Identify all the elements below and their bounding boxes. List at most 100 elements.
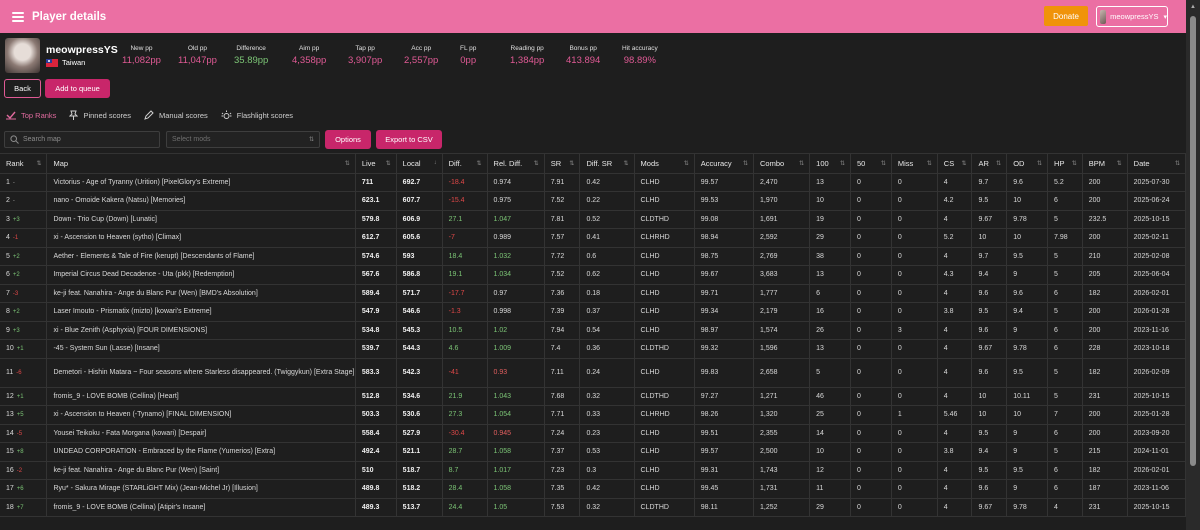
- acc-cell: 99.57: [694, 173, 755, 192]
- table-row[interactable]: 11 -6 Demetori - Hishin Matara ~ Four seas…: [0, 358, 1187, 388]
- table-row[interactable]: 16 -2 ke-ji feat. Nanahira - Ange du Blanc…: [0, 461, 1187, 480]
- flashlight-icon: [221, 110, 232, 119]
- table-row[interactable]: 3 +3 Down - Trio Cup (Down) [Lunatic] 579.8…: [0, 210, 1187, 229]
- tab-manual-scores[interactable]: Manual scores: [144, 108, 208, 122]
- table-row[interactable]: 1- Victorius - Age of Tyranny (Urition) […: [0, 173, 1187, 192]
- column-header-hp[interactable]: HP ⇅: [1047, 154, 1083, 174]
- column-header-od[interactable]: OD ⇅: [1006, 154, 1049, 174]
- map-cell: Laser Imouto - Prismatix (mizto) [kowari…: [46, 302, 356, 322]
- column-header-date[interactable]: Date ⇅: [1127, 154, 1187, 174]
- combo-cell: 1,574: [753, 321, 811, 340]
- table-row[interactable]: 13 +5 xi - Ascension to Heaven (-Tynamo) […: [0, 405, 1187, 425]
- column-header-map[interactable]: Map ⇅: [46, 154, 356, 174]
- table-row[interactable]: 10 +1 -45 - System Sun (Lasse) [Insane] 539…: [0, 339, 1187, 359]
- table-row[interactable]: 2- nano - Omoide Kakera (Natsu) [Memories…: [0, 191, 1187, 211]
- c50-cell: 0: [850, 321, 892, 340]
- sort-icon: ⇅: [880, 161, 886, 167]
- column-header-diff-sr[interactable]: Diff. SR ⇅: [579, 154, 635, 174]
- search-input[interactable]: Search map: [4, 131, 160, 148]
- column-label: CS: [943, 158, 955, 168]
- column-header-ar[interactable]: AR ⇅: [971, 154, 1008, 174]
- c50-cell: 0: [850, 442, 892, 462]
- table-row[interactable]: 12 +1 fromis_9 - LOVE BOMB (Cellina) [Hear…: [0, 387, 1187, 406]
- table-row[interactable]: 6 +2 Imperial Circus Dead Decadence - Uta …: [0, 265, 1187, 285]
- acc-cell: 98.26: [694, 405, 755, 425]
- table-row[interactable]: 17 +6 Ryu* - Sakura Mirage (STARLiGHT Mix)…: [0, 479, 1187, 499]
- sr-cell: 7.39: [544, 302, 581, 322]
- column-header-bpm[interactable]: BPM ⇅: [1082, 154, 1128, 174]
- hp-cell: 5: [1047, 247, 1083, 266]
- stat-value: 3,907pp: [348, 55, 383, 66]
- local-cell: 518.2: [396, 479, 443, 499]
- map-cell: Imperial Circus Dead Decadence - Uta (pk…: [46, 265, 356, 285]
- sr-cell: 7.11: [544, 358, 581, 388]
- options-button[interactable]: Options: [325, 130, 371, 149]
- scroll-up-icon[interactable]: ▲: [1190, 4, 1196, 10]
- rank-value: 15: [6, 448, 14, 456]
- bpm-cell: 215: [1082, 442, 1128, 462]
- sr-cell: 7.91: [544, 173, 581, 192]
- dsr-cell: 0.3: [579, 461, 635, 480]
- stat-new-pp: New pp 11,082pp: [122, 45, 161, 66]
- rank-value: 14: [6, 429, 14, 437]
- column-header-rel-diff-[interactable]: Rel. Diff. ⇅: [487, 154, 545, 174]
- table-row[interactable]: 18 +7 fromis_9 - LOVE BOMB (Cellina) [Atip…: [0, 498, 1187, 517]
- tab-top-ranks[interactable]: Top Ranks: [6, 108, 56, 122]
- column-label: Rel. Diff.: [493, 158, 523, 168]
- tab-flashlight-scores[interactable]: Flashlight scores: [221, 108, 293, 122]
- diff-cell: 10.5: [442, 321, 488, 340]
- table-row[interactable]: 8 +2 Laser Imouto - Prismatix (mizto) [kow…: [0, 302, 1187, 322]
- table-row[interactable]: 4 -1 xi - Ascension to Heaven (sytho) [Cli…: [0, 228, 1187, 248]
- hamburger-menu-icon[interactable]: [12, 11, 24, 22]
- table-row[interactable]: 14 -5 Yousei Teikoku - Fata Morgana (kowar…: [0, 424, 1187, 443]
- stat-tap-pp: Tap pp 3,907pp: [348, 45, 382, 66]
- column-header-100[interactable]: 100 ⇅: [809, 154, 851, 174]
- add-to-queue-button[interactable]: Add to queue: [45, 79, 110, 98]
- column-header-mods[interactable]: Mods ⇅: [634, 154, 695, 174]
- local-cell: 513.7: [396, 498, 443, 517]
- cs-cell: 4.3: [937, 265, 973, 285]
- donate-button[interactable]: Donate: [1044, 6, 1088, 26]
- cs-cell: 4: [937, 247, 973, 266]
- column-header-diff-[interactable]: Diff. ⇅: [442, 154, 488, 174]
- live-cell: 589.4: [355, 284, 397, 303]
- mods-select[interactable]: Select mods ⇅: [166, 131, 320, 148]
- column-header-local[interactable]: Local ↓: [396, 154, 443, 174]
- diff-cell: -1.3: [442, 302, 488, 322]
- rank-cell: 14 -5: [0, 424, 48, 443]
- sort-icon: ⇅: [742, 161, 748, 167]
- sort-icon: ⇅: [683, 161, 689, 167]
- rel-cell: 0.974: [487, 173, 545, 192]
- user-menu[interactable]: meowpressYS ▾: [1096, 6, 1168, 27]
- live-cell: 623.1: [355, 191, 397, 211]
- column-header-live[interactable]: Live ⇅: [355, 154, 397, 174]
- table-row[interactable]: 9 +3 xi - Blue Zenith (Asphyxia) [FOUR DIM…: [0, 321, 1187, 340]
- column-header-cs[interactable]: CS ⇅: [937, 154, 973, 174]
- rel-cell: 1.058: [487, 442, 545, 462]
- table-row[interactable]: 5 +2 Aether - Elements & Tale of Fire (ker…: [0, 247, 1187, 266]
- column-label: BPM: [1088, 158, 1105, 168]
- column-header-miss[interactable]: Miss ⇅: [891, 154, 938, 174]
- table-row[interactable]: 15 +8 UNDEAD CORPORATION - Embraced by the…: [0, 442, 1187, 462]
- rel-cell: 0.989: [487, 228, 545, 248]
- back-button[interactable]: Back: [4, 79, 41, 98]
- rel-cell: 0.998: [487, 302, 545, 322]
- scores-table: Rank ⇅ Map ⇅ Live ⇅ Local ↓ Diff. ⇅ Rel. Diff. ⇅ SR ⇅…: [0, 154, 1187, 517]
- column-header-accuracy[interactable]: Accuracy ⇅: [694, 154, 755, 174]
- column-header-rank[interactable]: Rank ⇅: [0, 154, 48, 174]
- page-scrollbar[interactable]: ▲: [1186, 0, 1200, 530]
- scrollbar-thumb[interactable]: [1190, 16, 1196, 466]
- column-header-sr[interactable]: SR ⇅: [544, 154, 581, 174]
- tab-label: Top Ranks: [21, 110, 57, 120]
- export-csv-button[interactable]: Export to CSV: [376, 130, 442, 149]
- table-row[interactable]: 7 -3 ke-ji feat. Nanahira - Ange du Blanc …: [0, 284, 1187, 303]
- sr-cell: 7.4: [544, 339, 581, 359]
- tab-pinned-scores[interactable]: Pinned scores: [69, 108, 131, 122]
- column-header-combo[interactable]: Combo ⇅: [753, 154, 811, 174]
- chevron-down-icon: ▾: [1163, 13, 1167, 21]
- stat-value: 35.89pp: [234, 55, 269, 66]
- page-title: Player details: [32, 10, 107, 23]
- column-header-50[interactable]: 50 ⇅: [850, 154, 892, 174]
- rank-change: +3: [12, 327, 20, 334]
- cs-cell: 4: [937, 424, 973, 443]
